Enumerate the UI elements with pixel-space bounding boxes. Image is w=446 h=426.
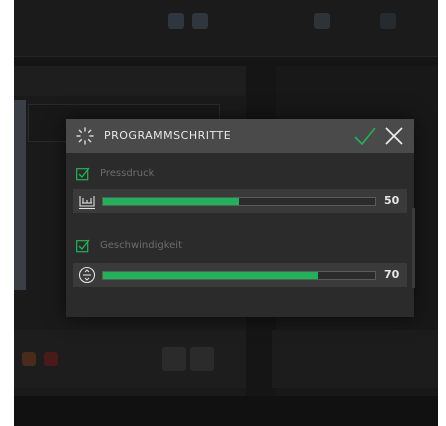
background-toolbar-icon (314, 13, 330, 29)
geschwindigkeit-slider-fill (103, 272, 318, 279)
background-left-bar (14, 100, 26, 290)
background-divider (14, 56, 438, 57)
geschwindigkeit-slider-row: 70 (73, 263, 407, 287)
speed-icon (78, 266, 96, 284)
background-indicator (44, 352, 58, 366)
checkbox-checked-icon[interactable] (76, 167, 90, 181)
background-toolbar-icon (380, 13, 396, 29)
step-label: Geschwindigkeit (100, 240, 183, 251)
dialog-title: PROGRAMMSCHRITTE (104, 129, 232, 142)
geschwindigkeit-slider[interactable] (102, 271, 376, 280)
dialog-scrollbar[interactable] (412, 208, 415, 288)
pressdruck-value: 50 (384, 194, 400, 207)
geschwindigkeit-value: 70 (384, 268, 400, 281)
app-screen: PROGRAMMSCHRITTE Pressdruck 50 Geschwind… (14, 0, 438, 426)
pressdruck-slider-fill (103, 198, 239, 205)
checkbox-checked-icon[interactable] (76, 239, 90, 253)
background-toolbar-icon (168, 13, 184, 29)
dialog-header: PROGRAMMSCHRITTE (66, 119, 414, 153)
pressdruck-slider-row: 50 (73, 189, 407, 213)
step-label: Pressdruck (100, 168, 155, 179)
program-steps-dialog: PROGRAMMSCHRITTE Pressdruck 50 Geschwind… (66, 119, 414, 317)
close-icon[interactable] (385, 127, 403, 145)
background-panel-header (14, 66, 246, 96)
background-topbar (14, 0, 438, 56)
background-button (190, 347, 214, 371)
background-footer (14, 396, 438, 426)
background-button (162, 347, 186, 371)
pressure-gauge-icon (79, 196, 95, 210)
background-indicator (22, 352, 36, 366)
background-toolbar-icon (192, 13, 208, 29)
loading-spinner-icon (76, 127, 94, 145)
background-keypad-row (272, 330, 438, 388)
pressdruck-slider[interactable] (102, 197, 376, 206)
confirm-check-icon[interactable] (354, 126, 376, 146)
